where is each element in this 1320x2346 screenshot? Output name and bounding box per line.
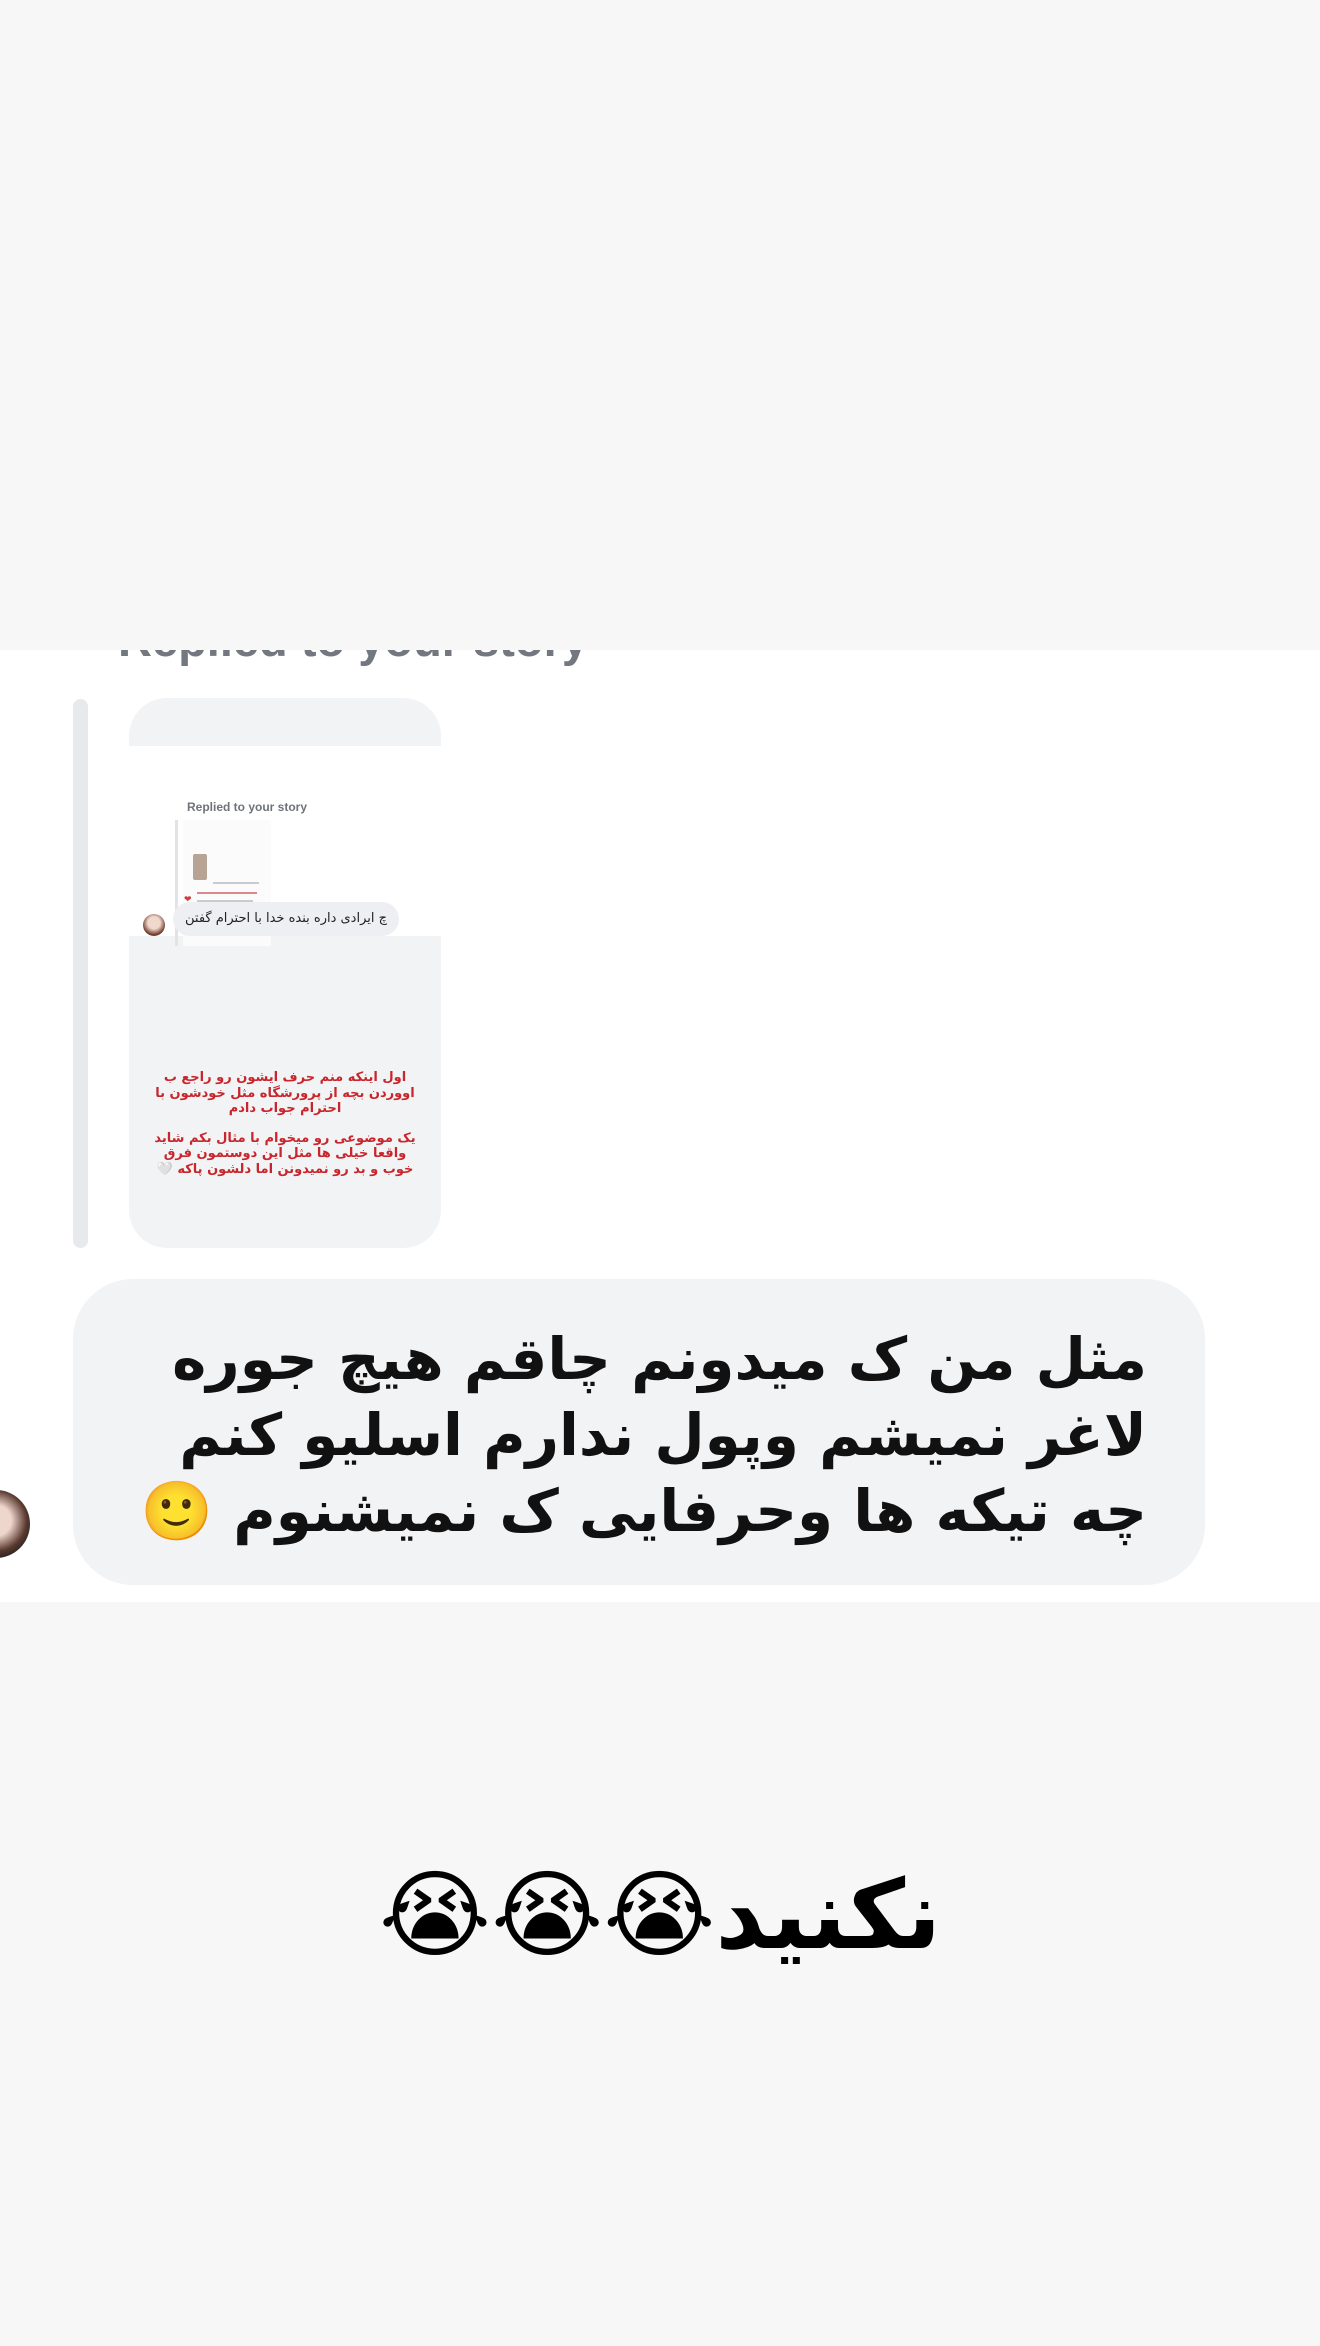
mini-photo: [193, 854, 207, 880]
avatar[interactable]: [0, 1490, 30, 1558]
avatar: [143, 914, 165, 936]
mini-text-line: [197, 892, 257, 894]
caption-text: نکنید😭😭😭: [378, 1859, 942, 1971]
blank-area: [0, 0, 1320, 650]
chat-screenshot: Replied to your story Replied to your st…: [0, 650, 1320, 1602]
mini-reply-bubble: چ ایرادی داره بنده خدا با احترام گفتن: [173, 902, 400, 936]
story-text-paragraph: اول اینکه منم حرف ایشون رو راجع ب اووردن…: [155, 1070, 415, 1116]
reply-quote-bar: [73, 699, 88, 1248]
mini-text-line: [213, 882, 259, 884]
message-text: مثل من ک میدونم چاقم هیچ جوره لاغر نمیشم…: [140, 1325, 1147, 1545]
story-thumbnail[interactable]: Replied to your story ❤ چ ایرادی داره بن…: [129, 698, 441, 1248]
message-bubble[interactable]: مثل من ک میدونم چاقم هیچ جوره لاغر نمیشم…: [73, 1279, 1205, 1585]
thumbnail-chat-preview: Replied to your story ❤ چ ایرادی داره بن…: [129, 746, 441, 946]
story-text-paragraph: یک موضوعی رو میخوام با مثال بکم شاید واق…: [154, 1130, 416, 1177]
replied-to-story-header: Replied to your story: [118, 650, 588, 667]
story-text: اول اینکه منم حرف ایشون رو راجع ب اووردن…: [149, 1070, 421, 1191]
mini-replied-header: Replied to your story: [187, 800, 308, 814]
